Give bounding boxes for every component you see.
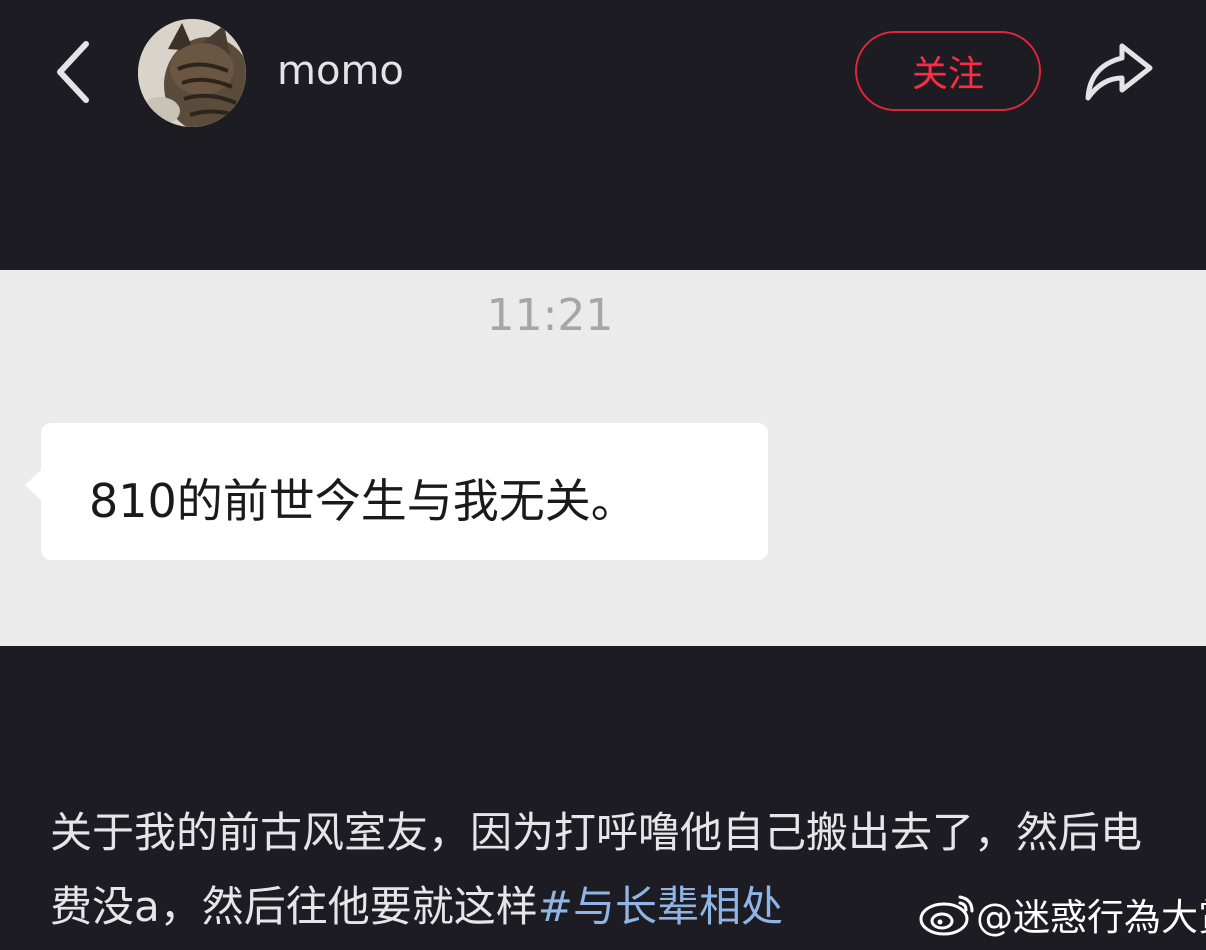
avatar[interactable] — [138, 19, 246, 127]
chat-bubble: 810的前世今生与我无关。 — [25, 423, 768, 560]
chat-message-text: 810的前世今生与我无关。 — [89, 474, 637, 528]
chat-screenshot-image: 11:21 810的前世今生与我无关。 — [0, 270, 1206, 646]
message-timestamp: 11:21 — [486, 290, 614, 341]
back-button[interactable] — [48, 36, 108, 108]
share-arrow-icon — [1085, 43, 1153, 101]
watermark-text: @迷惑行為大賞 — [976, 896, 1206, 939]
watermark: @迷惑行為大賞 — [918, 884, 1206, 944]
bubble-tail — [25, 469, 42, 501]
username[interactable]: momo — [277, 48, 404, 94]
hashtag-link[interactable]: #与长辈相处 — [538, 882, 783, 931]
weibo-logo-icon — [919, 895, 974, 936]
top-bar: momo 关注 — [0, 0, 1206, 150]
cat-avatar-icon — [138, 19, 246, 127]
chevron-left-icon — [57, 41, 89, 103]
share-button[interactable] — [1082, 36, 1156, 106]
follow-button[interactable]: 关注 — [855, 31, 1041, 111]
